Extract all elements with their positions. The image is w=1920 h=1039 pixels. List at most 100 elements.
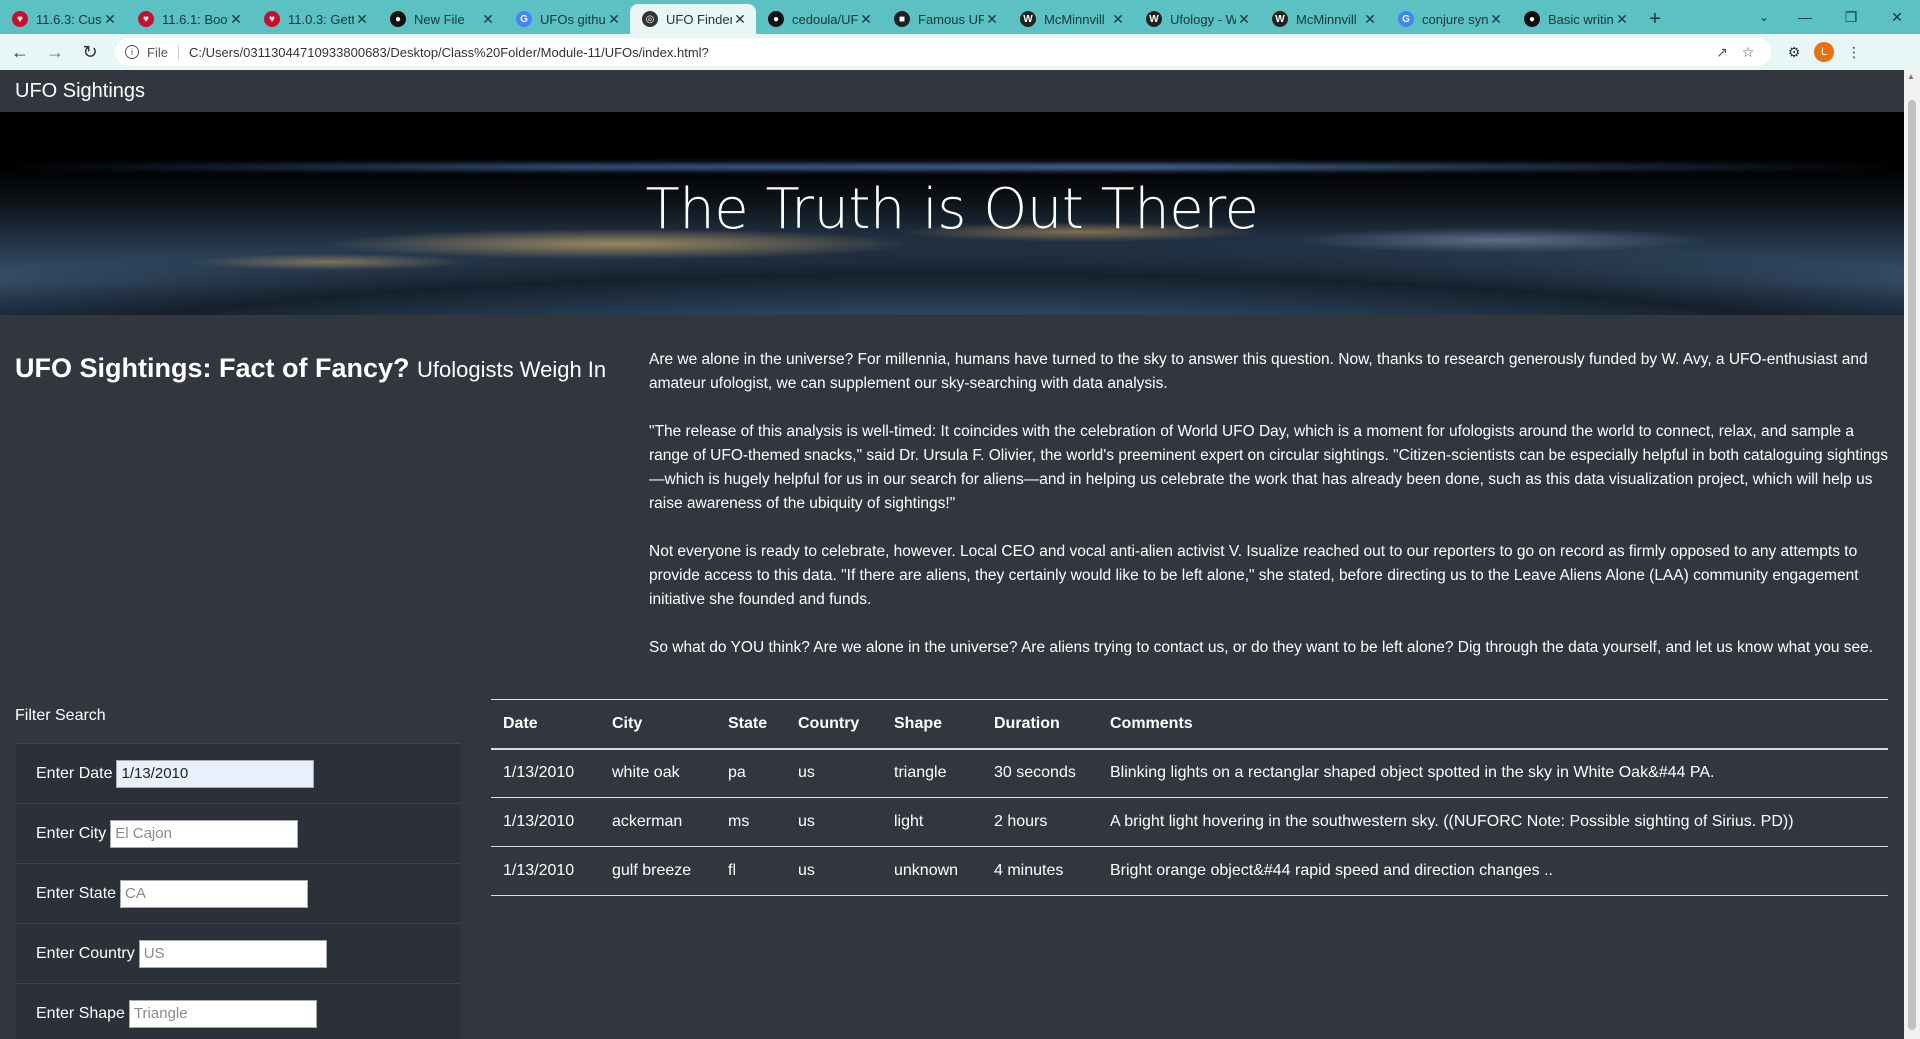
ufo-sightings-table: Date City State Country Shape Duration C… — [491, 699, 1888, 896]
url-text[interactable]: C:/Users/03113044710933800683/Desktop/Cl… — [189, 45, 1709, 60]
scroll-up-arrow-icon[interactable]: ▲ — [1907, 72, 1915, 81]
country-label: Enter Country — [36, 944, 135, 962]
close-tab-icon[interactable]: ✕ — [732, 11, 748, 28]
filter-city-item: Enter City — [16, 803, 460, 863]
bookmark-star-icon[interactable]: ☆ — [1735, 44, 1761, 61]
restore-button[interactable]: ❐ — [1828, 0, 1874, 34]
browser-tab[interactable]: ◎ UFO Finder ✕ — [630, 4, 756, 34]
profile-button[interactable]: L — [1809, 37, 1839, 67]
share-icon[interactable]: ↗ — [1709, 44, 1735, 61]
navbar-brand-link[interactable]: UFO Sightings — [15, 80, 145, 103]
article-subtitle: Ufologists Weigh In — [417, 357, 607, 382]
column-header-date: Date — [491, 699, 600, 750]
close-window-button[interactable]: ✕ — [1874, 0, 1920, 34]
cell-comments: A bright light hovering in the southwest… — [1098, 797, 1888, 847]
tab-search-chevron-down-icon[interactable]: ⌄ — [1746, 0, 1782, 34]
close-tab-icon[interactable]: ✕ — [984, 11, 1000, 28]
article-paragraph-1: Are we alone in the universe? For millen… — [649, 351, 1868, 392]
cell-city: white oak — [600, 748, 716, 798]
close-tab-icon[interactable]: ✕ — [354, 11, 370, 28]
browser-toolbar: ← → ↻ i File C:/Users/031130447109338006… — [0, 34, 1920, 70]
close-tab-icon[interactable]: ✕ — [102, 11, 118, 28]
close-tab-icon[interactable]: ✕ — [1488, 11, 1504, 28]
extensions-puzzle-icon[interactable]: ⚙ — [1779, 37, 1809, 67]
site-navbar: UFO Sightings — [0, 70, 1904, 112]
canvas-icon: ♥ — [138, 11, 154, 27]
scrollbar-thumb[interactable] — [1908, 100, 1916, 1030]
wikipedia-icon: W — [1020, 11, 1036, 27]
browser-tab[interactable]: W Ufology - W ✕ — [1134, 4, 1260, 34]
close-tab-icon[interactable]: ✕ — [1236, 11, 1252, 28]
back-arrow-icon[interactable]: ← — [5, 37, 35, 67]
info-icon[interactable]: i — [125, 45, 139, 59]
minimize-button[interactable]: — — [1782, 0, 1828, 34]
state-input[interactable] — [120, 879, 309, 908]
column-header-shape: Shape — [882, 699, 982, 750]
cell-state: ms — [716, 797, 786, 847]
close-tab-icon[interactable]: ✕ — [480, 11, 496, 28]
browser-tab[interactable]: ■ Famous UF ✕ — [882, 4, 1008, 34]
close-tab-icon[interactable]: ✕ — [858, 11, 874, 28]
column-header-city: City — [600, 699, 716, 750]
tab-title: UFOs githu — [540, 11, 606, 27]
browser-tab[interactable]: G UFOs githu ✕ — [504, 4, 630, 34]
cell-date: 1/13/2010 — [491, 797, 600, 847]
table-row: 1/13/2010 gulf breeze fl us unknown 4 minutes… — [491, 846, 1888, 896]
filter-list: Enter Date Enter City Enter State Enter … — [16, 743, 460, 1039]
article-paragraph-2: "The release of this analysis is well-ti… — [649, 423, 1889, 512]
date-input[interactable] — [116, 759, 315, 788]
address-bar[interactable]: i File C:/Users/03113044710933800683/Des… — [115, 38, 1771, 66]
reload-icon[interactable]: ↻ — [75, 37, 105, 67]
article-title: UFO Sightings: Fact of Fancy? Ufologists… — [15, 353, 615, 384]
hero-banner: The Truth is Out There — [0, 112, 1904, 315]
github-icon: ● — [1524, 11, 1540, 27]
browser-tab[interactable]: ♥ 11.6.1: Boot ✕ — [126, 4, 252, 34]
tab-title: New File — [414, 11, 465, 27]
table-row: 1/13/2010 ackerman ms us light 2 hours A brigh… — [491, 797, 1888, 847]
browser-tab[interactable]: ● cedoula/UF ✕ — [756, 4, 882, 34]
close-tab-icon[interactable]: ✕ — [1362, 11, 1378, 28]
close-tab-icon[interactable]: ✕ — [228, 11, 244, 28]
close-tab-icon[interactable]: ✕ — [1614, 11, 1630, 28]
close-tab-icon[interactable]: ✕ — [606, 11, 622, 28]
tab-title: cedoula/UF — [792, 11, 858, 27]
page-scrollbar[interactable]: ▲ — [1904, 70, 1920, 1039]
browser-tab[interactable]: W McMinnvill ✕ — [1008, 4, 1134, 34]
shape-input[interactable] — [128, 999, 317, 1028]
city-input[interactable] — [110, 819, 299, 848]
browser-tab[interactable]: ● Basic writin ✕ — [1512, 4, 1638, 34]
city-label: Enter City — [36, 824, 107, 842]
browser-tab[interactable]: ● New File ✕ — [378, 4, 504, 34]
tab-title: McMinnvill — [1296, 11, 1357, 27]
cell-state: pa — [716, 748, 786, 798]
cell-shape: light — [882, 797, 982, 847]
browser-tab[interactable]: ♥ 11.0.3: Gett ✕ — [252, 4, 378, 34]
browser-tab[interactable]: ♥ 11.6.3: Cust ✕ — [0, 4, 126, 34]
state-label: Enter State — [36, 884, 117, 902]
cell-city: ackerman — [600, 797, 716, 847]
github-icon: ● — [390, 11, 406, 27]
browser-tab[interactable]: Gconjure syn ✕ — [1386, 4, 1512, 34]
new-tab-button[interactable]: + — [1638, 4, 1672, 34]
browser-tab[interactable]: W McMinnvill ✕ — [1260, 4, 1386, 34]
cell-comments: Bright orange object&#44 rapid speed and… — [1098, 846, 1888, 896]
cell-shape: unknown — [882, 846, 982, 896]
filter-shape-item: Enter Shape — [16, 983, 460, 1039]
forward-arrow-icon[interactable]: → — [40, 37, 70, 67]
news-icon: ■ — [894, 11, 910, 27]
cell-country: us — [786, 748, 882, 798]
tab-title: Ufology - W — [1170, 11, 1236, 27]
date-label: Enter Date — [36, 764, 113, 782]
menu-kebab-icon[interactable]: ⋮ — [1839, 37, 1869, 67]
cell-duration: 30 seconds — [982, 748, 1098, 798]
canvas-icon: ♥ — [12, 11, 28, 27]
tab-title: UFO Finder — [666, 11, 732, 27]
article-title-main: UFO Sightings: Fact of Fancy? — [15, 353, 410, 383]
table-row: 1/13/2010 white oak pa us triangle 30 seconds… — [491, 748, 1888, 798]
close-tab-icon[interactable]: ✕ — [1110, 11, 1126, 28]
country-input[interactable] — [138, 939, 327, 968]
cell-shape: triangle — [882, 748, 982, 798]
canvas-icon: ♥ — [264, 11, 280, 27]
cell-duration: 4 minutes — [982, 846, 1098, 896]
cell-country: us — [786, 846, 882, 896]
